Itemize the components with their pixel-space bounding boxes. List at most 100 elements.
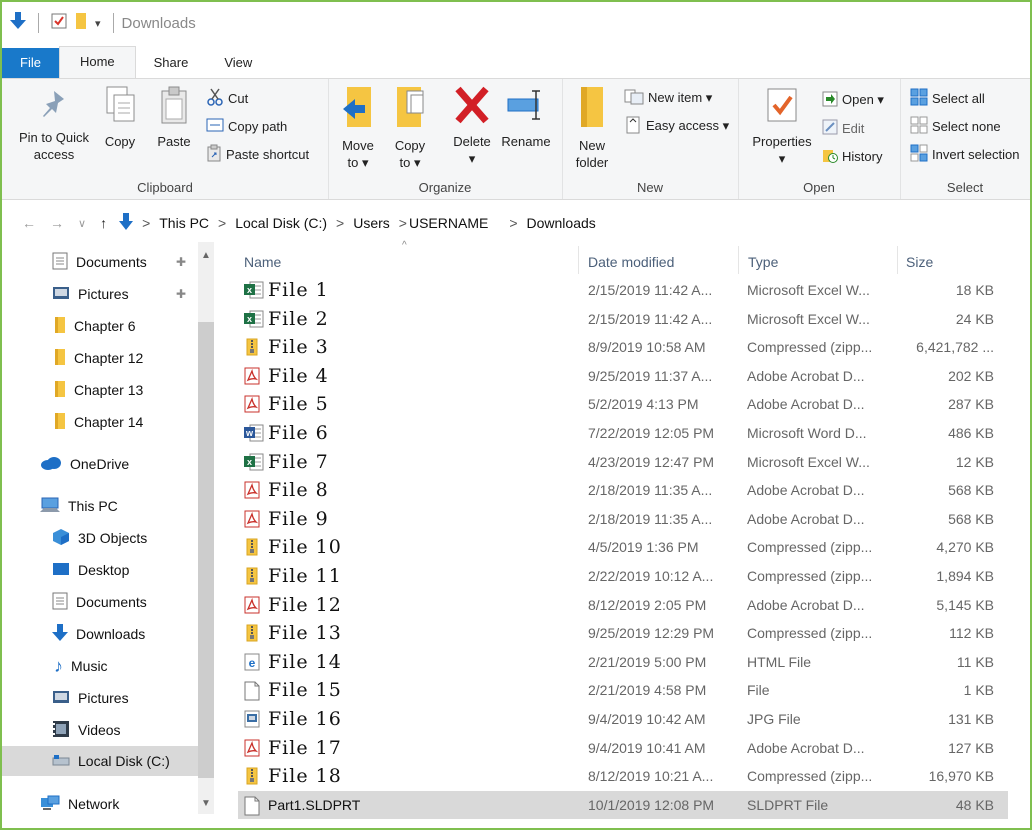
forward-arrow-icon[interactable]: → bbox=[50, 215, 64, 231]
pin-icon[interactable]: ✚ bbox=[176, 255, 186, 269]
breadcrumb-local-disk[interactable]: Local Disk (C:) bbox=[235, 215, 327, 231]
pin-label-line2: access bbox=[33, 147, 75, 162]
file-row[interactable]: File 16 9/4/2019 10:42 AM JPG File 131 KB bbox=[238, 705, 1008, 733]
properties-check-icon[interactable] bbox=[51, 13, 67, 34]
new-folder-small-icon[interactable] bbox=[75, 12, 87, 35]
nav-item-chapter-14[interactable]: Chapter 14 bbox=[2, 408, 198, 436]
nav-item-music[interactable]: ♪ Music bbox=[2, 652, 198, 680]
navigation-pane-scroll-thumb[interactable] bbox=[198, 322, 214, 778]
ribbon-tabs: File Home Share View bbox=[2, 46, 1030, 78]
file-row[interactable]: File 5 5/2/2019 4:13 PM Adobe Acrobat D...… bbox=[238, 390, 1008, 418]
column-header-date-modified[interactable]: Date modified bbox=[588, 254, 674, 270]
file-row[interactable]: File 15 2/21/2019 4:58 PM File 1 KB bbox=[238, 676, 1008, 704]
nav-item-documents[interactable]: Documents bbox=[2, 588, 198, 616]
back-arrow-icon[interactable]: ← bbox=[22, 215, 36, 231]
tab-file[interactable]: File bbox=[2, 48, 59, 78]
scroll-up-arrow-icon[interactable]: ▲ bbox=[201, 250, 211, 261]
nav-item-chapter-13[interactable]: Chapter 13 bbox=[2, 376, 198, 404]
file-date-modified: 10/1/2019 12:08 PM bbox=[588, 796, 715, 813]
file-row[interactable]: x File 1 2/15/2019 11:42 A... Microsoft Exc… bbox=[238, 276, 1008, 304]
select-none-button[interactable]: Select none bbox=[910, 115, 1001, 137]
down-arrow-icon[interactable] bbox=[10, 11, 26, 35]
properties-button[interactable]: Properties ▾ bbox=[746, 85, 818, 167]
pdf-icon bbox=[244, 395, 260, 418]
paste-shortcut-button[interactable]: Paste shortcut bbox=[206, 143, 309, 165]
nav-item-label: Chapter 6 bbox=[74, 318, 136, 334]
nav-item-local-disk[interactable]: Local Disk (C:) bbox=[2, 746, 198, 776]
file-row[interactable]: File 12 8/12/2019 2:05 PM Adobe Acrobat D.… bbox=[238, 591, 1008, 619]
select-none-label: Select none bbox=[932, 118, 1001, 134]
pin-to-quick-access-button[interactable]: Pin to Quick access bbox=[16, 85, 92, 163]
file-type: Compressed (zipp... bbox=[747, 568, 873, 584]
column-separator[interactable] bbox=[897, 246, 898, 274]
invert-selection-button[interactable]: Invert selection bbox=[910, 143, 1019, 165]
file-row[interactable]: Part1.SLDPRT 10/1/2019 12:08 PM SLDPRT Fil… bbox=[238, 790, 1008, 819]
delete-button[interactable]: Delete ▾ bbox=[448, 85, 496, 167]
file-row[interactable]: File 17 9/4/2019 10:41 AM Adobe Acrobat D.… bbox=[238, 734, 1008, 762]
copy-to-button[interactable]: Copy to ▾ bbox=[390, 85, 430, 171]
column-header-name[interactable]: Name bbox=[244, 254, 281, 270]
easy-access-button[interactable]: Easy access ▾ bbox=[624, 115, 729, 137]
new-folder-button[interactable]: New folder bbox=[570, 85, 614, 171]
file-size: 287 KB bbox=[948, 396, 994, 413]
file-row[interactable]: File 8 2/18/2019 11:35 A... Adobe Acrobat … bbox=[238, 476, 1008, 504]
scroll-down-arrow-icon[interactable]: ▼ bbox=[201, 798, 211, 809]
desktop-icon bbox=[52, 562, 70, 579]
file-row[interactable]: File 10 4/5/2019 1:36 PM Compressed (zipp.… bbox=[238, 533, 1008, 561]
tab-home[interactable]: Home bbox=[58, 46, 136, 78]
rename-button[interactable]: Rename bbox=[500, 85, 552, 150]
breadcrumb-username[interactable]: USERNAME bbox=[409, 215, 488, 231]
nav-item-documents-quick[interactable]: Documents ✚ bbox=[2, 248, 198, 276]
breadcrumb[interactable]: > This PC > Local Disk (C:) > Users > US… bbox=[119, 212, 596, 234]
file-row[interactable]: File 11 2/22/2019 10:12 A... Compressed (z… bbox=[238, 562, 1008, 590]
nav-item-3d-objects[interactable]: 3D Objects bbox=[2, 524, 198, 552]
open-button[interactable]: Open ▾ bbox=[822, 89, 884, 111]
file-row[interactable]: File 13 9/25/2019 12:29 PM Compressed (zip… bbox=[238, 619, 1008, 647]
recent-locations-chevron-icon[interactable]: ∨ bbox=[78, 217, 86, 230]
column-header-type[interactable]: Type bbox=[748, 254, 778, 270]
pin-icon[interactable]: ✚ bbox=[176, 287, 186, 301]
select-all-button[interactable]: Select all bbox=[910, 87, 985, 109]
copy-path-icon bbox=[206, 118, 224, 135]
nav-item-network[interactable]: Network bbox=[2, 790, 198, 818]
up-arrow-icon[interactable]: ↑ bbox=[100, 215, 107, 231]
ribbon: Pin to Quick access Copy Paste Cut Copy … bbox=[2, 78, 1030, 200]
nav-item-downloads[interactable]: Downloads bbox=[2, 620, 198, 648]
move-to-button[interactable]: Move to ▾ bbox=[338, 85, 378, 171]
new-item-button[interactable]: New item ▾ bbox=[624, 87, 712, 109]
breadcrumb-this-pc[interactable]: This PC bbox=[159, 215, 209, 231]
customize-dropdown-icon[interactable]: ▾ bbox=[95, 17, 101, 30]
breadcrumb-separator: > bbox=[509, 215, 518, 231]
tab-share[interactable]: Share bbox=[136, 48, 207, 78]
tab-view[interactable]: View bbox=[206, 48, 270, 78]
nav-item-desktop[interactable]: Desktop bbox=[2, 556, 198, 584]
nav-item-videos[interactable]: Videos bbox=[2, 716, 198, 744]
edit-button[interactable]: Edit bbox=[822, 117, 864, 139]
file-row[interactable]: w File 6 7/22/2019 12:05 PM Microsoft Word … bbox=[238, 419, 1008, 447]
nav-item-chapter-12[interactable]: Chapter 12 bbox=[2, 344, 198, 372]
file-row[interactable]: File 3 8/9/2019 10:58 AM Compressed (zipp.… bbox=[238, 333, 1008, 361]
file-row[interactable]: x File 7 4/23/2019 12:47 PM Microsoft Excel… bbox=[238, 448, 1008, 476]
breadcrumb-downloads[interactable]: Downloads bbox=[527, 215, 596, 231]
nav-item-onedrive[interactable]: OneDrive bbox=[2, 450, 198, 478]
nav-item-this-pc[interactable]: This PC bbox=[2, 492, 198, 520]
column-header-size[interactable]: Size bbox=[906, 254, 933, 270]
nav-item-chapter-6[interactable]: Chapter 6 bbox=[2, 312, 198, 340]
nav-item-label: Network bbox=[68, 796, 120, 812]
cut-button[interactable]: Cut bbox=[206, 87, 248, 109]
clipboard-group: Pin to Quick access Copy Paste Cut Copy … bbox=[2, 79, 329, 199]
nav-item-pictures-quick[interactable]: Pictures ✚ bbox=[2, 280, 198, 308]
paste-button[interactable]: Paste bbox=[152, 85, 196, 150]
copy-button[interactable]: Copy bbox=[98, 85, 142, 150]
breadcrumb-users[interactable]: Users bbox=[353, 215, 390, 231]
column-separator[interactable] bbox=[578, 246, 579, 274]
file-row[interactable]: File 18 8/12/2019 10:21 A... Compressed (z… bbox=[238, 762, 1008, 790]
nav-item-pictures[interactable]: Pictures bbox=[2, 684, 198, 712]
file-row[interactable]: x File 2 2/15/2019 11:42 A... Microsoft Exc… bbox=[238, 305, 1008, 333]
history-button[interactable]: History bbox=[822, 145, 882, 167]
copy-path-button[interactable]: Copy path bbox=[206, 115, 287, 137]
column-separator[interactable] bbox=[738, 246, 739, 274]
file-row[interactable]: e File 14 2/21/2019 5:00 PM HTML File 11 KB bbox=[238, 648, 1008, 676]
file-row[interactable]: File 9 2/18/2019 11:35 A... Adobe Acrobat … bbox=[238, 505, 1008, 533]
file-row[interactable]: File 4 9/25/2019 11:37 A... Adobe Acrobat … bbox=[238, 362, 1008, 390]
